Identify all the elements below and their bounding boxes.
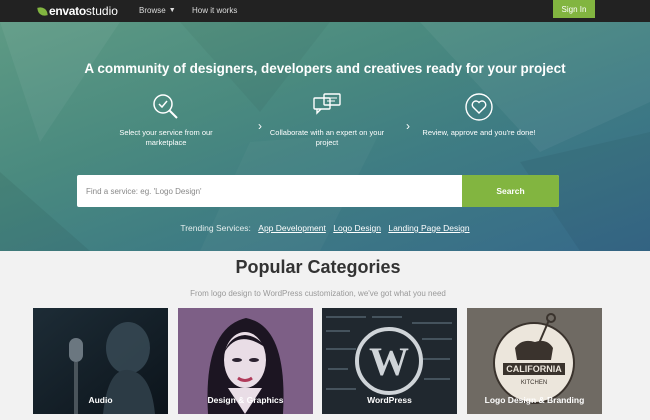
step-select-service-text: Select your service from our marketplace — [119, 128, 213, 147]
popular-categories-subtitle: From logo design to WordPress customizat… — [190, 289, 446, 298]
hero-title: A community of designers, developers and… — [84, 61, 566, 76]
svg-text:W: W — [369, 339, 409, 384]
search-button[interactable]: Search — [462, 175, 559, 207]
step-review-text: Review, approve and you're done! — [422, 128, 536, 137]
nav-browse-label: Browse — [139, 6, 166, 15]
chat-bubbles-icon — [313, 93, 341, 115]
heart-badge-icon — [465, 93, 493, 121]
trending-link-landing-page-design[interactable]: Landing Page Design — [388, 223, 469, 233]
category-label-wordpress: WordPress — [367, 395, 412, 405]
category-card-design-graphics[interactable]: Design & Graphics — [178, 308, 313, 414]
chevron-right-icon: › — [406, 119, 410, 133]
trending-link-logo-design[interactable]: Logo Design — [333, 223, 381, 233]
leaf-icon — [37, 5, 48, 17]
step-collaborate: Collaborate with an expert on your proje… — [262, 92, 392, 148]
nav-browse[interactable]: Browse ▼ — [139, 5, 176, 17]
category-label-logo-branding: Logo Design & Branding — [484, 395, 585, 405]
logo-sub-text: studio — [85, 4, 118, 18]
category-card-logo-branding[interactable]: CALIFORNIA KITCHEN Logo Design & Brandin… — [467, 308, 602, 414]
category-card-wordpress[interactable]: W WordPress — [322, 308, 457, 414]
popular-categories-title: Popular Categories — [235, 257, 401, 277]
top-navigation-bar: envato studio Browse ▼ How it works Sign … — [0, 0, 650, 22]
category-label-audio: Audio — [88, 395, 113, 405]
sign-in-button[interactable]: Sign In — [553, 0, 595, 18]
logo-brand-text: envato — [49, 4, 86, 18]
step-collaborate-text: Collaborate with an expert on your proje… — [269, 128, 385, 147]
hero-section: A community of designers, developers and… — [0, 22, 650, 251]
category-label-design-graphics: Design & Graphics — [207, 395, 284, 405]
chevron-down-icon: ▼ — [168, 7, 176, 14]
service-search-box: Search — [77, 175, 559, 207]
envato-studio-logo[interactable]: envato studio — [37, 3, 118, 19]
card-logo-subtext: KITCHEN — [521, 380, 547, 386]
magnifier-check-icon — [153, 94, 178, 119]
service-search-input[interactable] — [77, 175, 462, 207]
trending-label: Trending Services: — [180, 223, 251, 233]
step-select-service: Select your service from our marketplace — [101, 92, 231, 148]
category-card-audio[interactable]: Audio — [33, 308, 168, 414]
card-logo-text: CALIFORNIA — [506, 364, 562, 374]
trending-link-app-development[interactable]: App Development — [258, 223, 326, 233]
nav-how-it-works[interactable]: How it works — [192, 5, 237, 17]
nav-how-it-works-label: How it works — [192, 6, 238, 15]
step-review: Review, approve and you're done! — [414, 92, 544, 138]
trending-services: Trending Services: App Development Logo … — [0, 223, 650, 233]
